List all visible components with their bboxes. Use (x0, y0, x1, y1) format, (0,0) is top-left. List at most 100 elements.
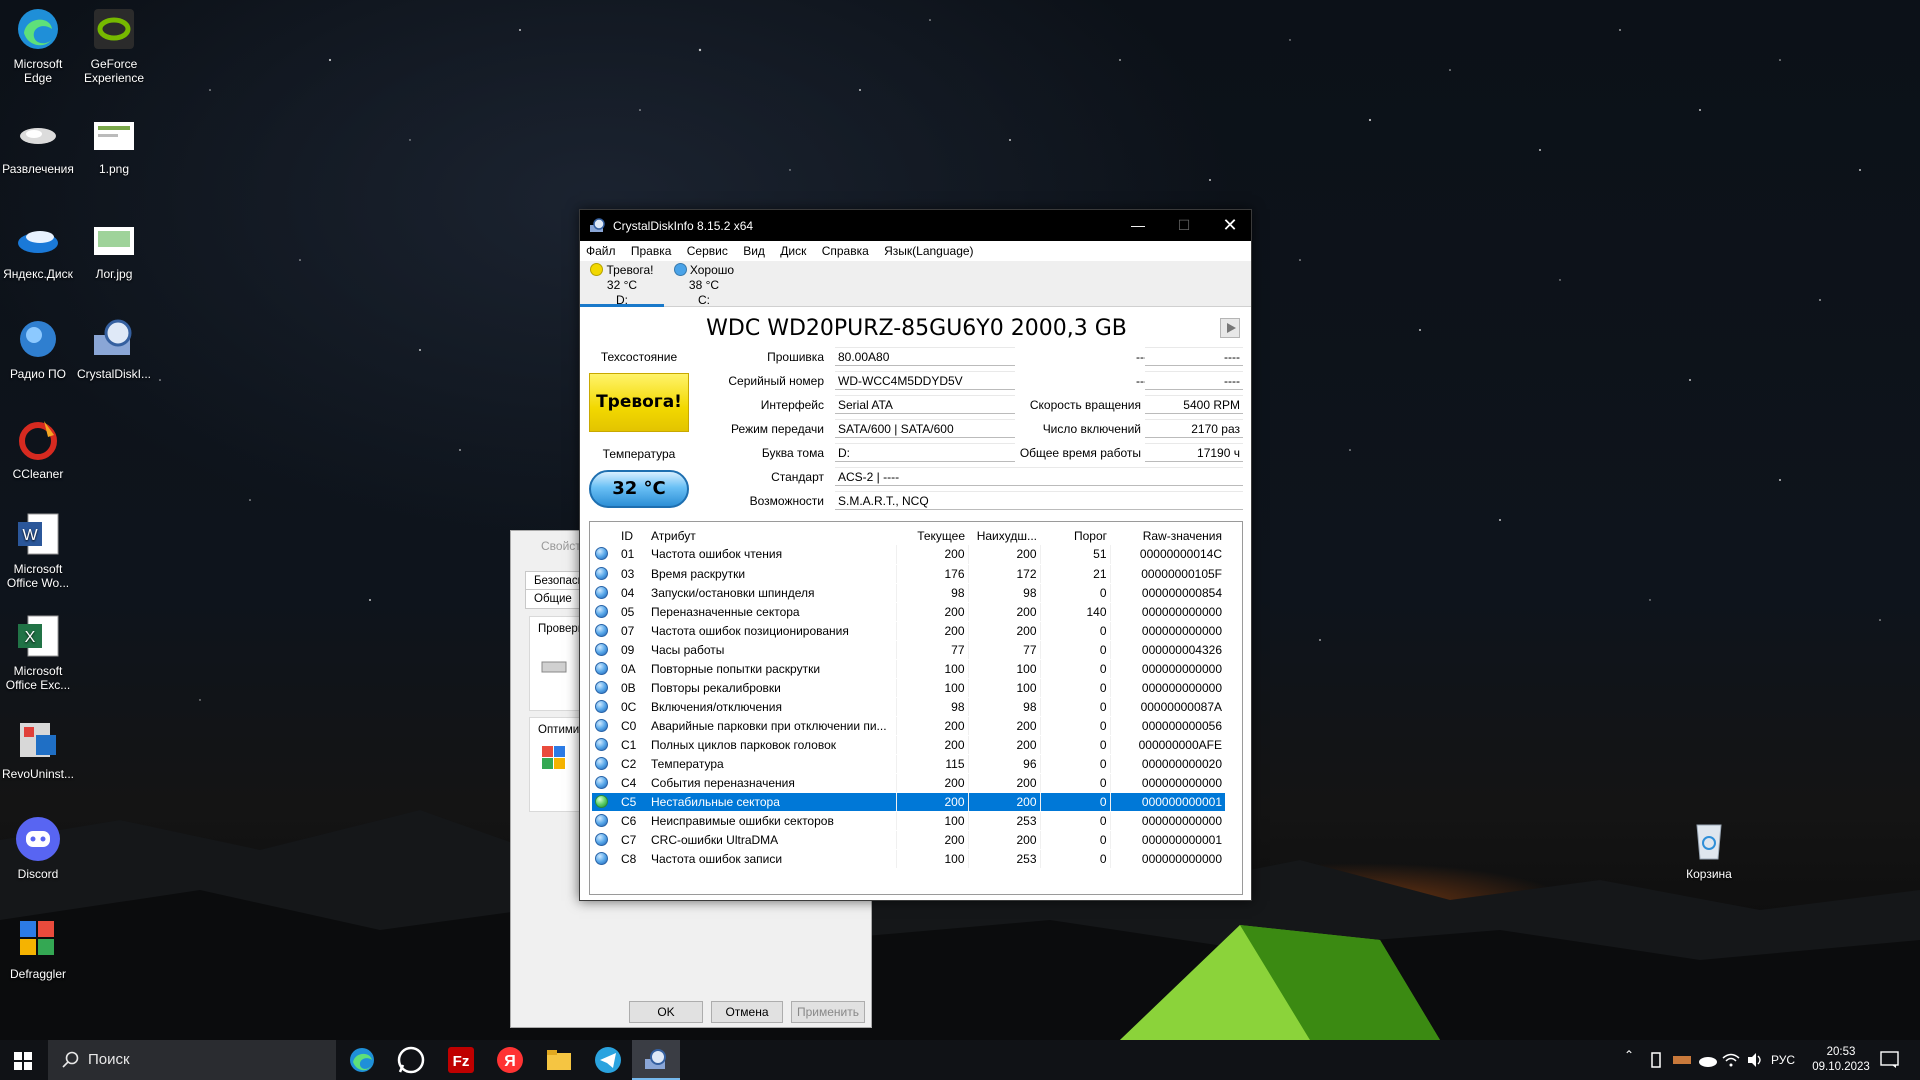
desktop-icon-log-jpg[interactable]: Лог.jpg (76, 215, 152, 281)
windows-start-icon[interactable] (14, 1052, 32, 1070)
smart-row[interactable]: C6 Неисправимые ошибки секторов 100 253 0 000… (592, 811, 1225, 831)
smart-row[interactable]: C7 CRC-ошибки UltraDMA 200 200 0 000000000001 (592, 830, 1225, 850)
desktop-icon-recycle-bin[interactable]: Корзина (1671, 815, 1747, 881)
apply-button[interactable]: Применить (791, 1001, 865, 1023)
onedrive-icon[interactable] (1698, 1052, 1718, 1068)
desktop-icon-label: Microsoft (13, 664, 63, 678)
taskbar-search-box[interactable]: Поиск (48, 1040, 336, 1080)
desktop-icon-label: CrystalDiskI... (76, 367, 151, 381)
smart-current: 77 (896, 640, 969, 660)
smart-row[interactable]: C4 События переназначения 200 200 0 000000000… (592, 773, 1225, 793)
desktop-icon-defraggler[interactable]: Defraggler (0, 915, 76, 981)
edge-taskbar-icon[interactable] (348, 1046, 376, 1074)
smart-worst: 98 (968, 697, 1041, 717)
desktop-icon-entertainment[interactable]: Развлечения (0, 110, 76, 176)
title-bar[interactable]: CrystalDiskInfo 8.15.2 x64 — ☐ ✕ (580, 210, 1251, 241)
smart-row[interactable]: C1 Полных циклов парковок головок 200 200 0 0… (592, 735, 1225, 755)
desktop-icon-geforce[interactable]: GeForce Experience (76, 5, 152, 85)
cancel-button[interactable]: Отмена (711, 1001, 783, 1023)
smart-row[interactable]: 07 Частота ошибок позиционирования 200 200 0… (592, 621, 1225, 641)
header-id[interactable]: ID (618, 526, 648, 545)
desktop-icon-discord[interactable]: Discord (0, 815, 76, 881)
smart-row[interactable]: 05 Переназначенные сектора 200 200 140 000000… (592, 602, 1225, 622)
smart-row[interactable]: 09 Часы работы 77 77 0 000000004326 (592, 640, 1225, 660)
menu-edit[interactable]: Правка (631, 244, 672, 258)
smart-row[interactable]: 0A Повторные попытки раскрутки 100 100 0 0000… (592, 659, 1225, 679)
desktop-icon-word[interactable]: W Microsoft Office Wo... (0, 510, 76, 590)
word-icon: W (18, 513, 59, 555)
menu-language[interactable]: Язык(Language) (884, 244, 973, 258)
desktop-icon-label: Office Exc... (5, 678, 71, 692)
group-label: Оптими (538, 724, 580, 736)
whatsapp-icon[interactable] (397, 1046, 425, 1074)
header-status[interactable] (592, 526, 618, 545)
disk-tab-d[interactable]: Тревога! 32 °C D: (580, 263, 664, 307)
smart-attribute-name: Переназначенные сектора (648, 602, 897, 622)
health-label: Техсостояние (600, 350, 678, 364)
desktop-icon-label: Радио ПО (10, 367, 66, 381)
status-dot-icon (595, 566, 608, 580)
menu-view[interactable]: Вид (743, 244, 765, 258)
header-raw[interactable]: Raw-значения (1110, 526, 1225, 545)
menu-file[interactable]: Файл (586, 244, 616, 258)
smart-worst: 200 (968, 716, 1041, 736)
close-button[interactable]: ✕ (1207, 210, 1253, 241)
tray-app-icon[interactable] (1672, 1053, 1692, 1067)
usb-icon[interactable] (1650, 1051, 1662, 1069)
smart-worst: 200 (968, 621, 1041, 641)
disk-tab-c[interactable]: Хорошо 38 °C C: (662, 263, 746, 307)
smart-current: 115 (896, 754, 969, 774)
desktop-icon-ccleaner[interactable]: CCleaner (0, 415, 76, 481)
desktop-icon-edge[interactable]: Microsoft Edge (0, 5, 76, 85)
health-status-badge[interactable]: Тревога! (589, 373, 689, 432)
wifi-icon[interactable] (1722, 1052, 1740, 1068)
desktop-icon-label: GeForce (90, 57, 138, 71)
smart-row[interactable]: C5 Нестабильные сектора 200 200 0 00000000000… (592, 792, 1225, 812)
smart-row[interactable]: C2 Температура 115 96 0 000000000020 (592, 754, 1225, 774)
desktop-icon-png[interactable]: 1.png (76, 110, 152, 176)
clock[interactable]: 20:53 09.10.2023 (1806, 1045, 1876, 1075)
volume-icon[interactable] (1746, 1052, 1764, 1068)
yandex-browser-icon[interactable]: Я (496, 1046, 524, 1074)
tray-chevron-icon[interactable]: ⌃ (1624, 1048, 1634, 1062)
header-threshold[interactable]: Порог (1040, 526, 1110, 545)
smart-id: C0 (618, 716, 648, 736)
smart-attribute-name: Время раскрутки (648, 564, 897, 584)
smart-current: 200 (896, 773, 969, 793)
next-disk-button[interactable] (1220, 318, 1240, 338)
smart-id: 09 (618, 640, 648, 660)
desktop-icon-excel[interactable]: X Microsoft Office Exc... (0, 612, 76, 692)
header-current[interactable]: Текущее (896, 526, 968, 545)
status-dot-icon (590, 263, 604, 276)
ok-button[interactable]: OK (629, 1001, 703, 1023)
notifications-icon[interactable] (1880, 1051, 1900, 1069)
desktop-icon-yandex-disk[interactable]: Яндекс.Диск (0, 215, 76, 281)
smart-worst: 253 (968, 811, 1041, 831)
smart-row[interactable]: 0B Повторы рекалибровки 100 100 0 00000000000… (592, 678, 1225, 698)
telegram-icon[interactable] (594, 1046, 622, 1074)
desktop-icon-revouninstaller[interactable]: RevoUninst... (0, 715, 76, 781)
desktop-icon-radio[interactable]: Радио ПО (0, 315, 76, 381)
smart-row[interactable]: 0C Включения/отключения 98 98 0 00000000087A (592, 697, 1225, 717)
tab-general[interactable]: Общие (525, 589, 581, 609)
menu-disk[interactable]: Диск (780, 244, 806, 258)
filezilla-icon[interactable]: Fz (447, 1046, 475, 1074)
smart-worst: 172 (968, 564, 1041, 584)
smart-row[interactable]: 04 Запуски/остановки шпинделя 98 98 0 0000000… (592, 583, 1225, 603)
header-worst[interactable]: Наихудш... (968, 526, 1040, 545)
features-label: Возможности (749, 494, 824, 508)
status-dot-icon (595, 661, 608, 675)
desktop-icon-crystaldiskinfo[interactable]: CrystalDiskI... (76, 315, 152, 381)
minimize-button[interactable]: — (1115, 210, 1161, 241)
menu-help[interactable]: Справка (822, 244, 869, 258)
maximize-button[interactable]: ☐ (1161, 210, 1207, 241)
file-explorer-icon[interactable] (545, 1046, 573, 1074)
language-indicator[interactable]: РУС (1771, 1053, 1795, 1067)
smart-row[interactable]: 03 Время раскрутки 176 172 21 00000000105F (592, 564, 1225, 584)
header-attribute[interactable]: Атрибут (648, 526, 896, 545)
smart-row[interactable]: C8 Частота ошибок записи 100 253 0 0000000000… (592, 849, 1225, 869)
smart-row[interactable]: C0 Аварийные парковки при отключении пи..… (592, 716, 1225, 736)
smart-status-cell (592, 697, 618, 717)
menu-service[interactable]: Сервис (687, 244, 728, 258)
smart-row[interactable]: 01 Частота ошибок чтения 200 200 51 000000000… (592, 545, 1225, 565)
